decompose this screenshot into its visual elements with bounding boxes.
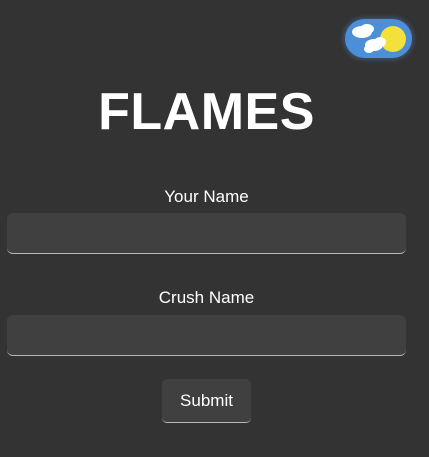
your-name-label: Your Name bbox=[164, 187, 249, 206]
submit-button[interactable]: Submit bbox=[162, 379, 251, 423]
crush-name-input[interactable] bbox=[7, 315, 406, 356]
crush-name-label: Crush Name bbox=[158, 288, 255, 307]
theme-toggle[interactable] bbox=[345, 19, 412, 58]
sun-cloud-icon bbox=[352, 24, 406, 53]
page-title: FLAMES bbox=[98, 83, 315, 141]
your-name-input[interactable] bbox=[7, 213, 406, 254]
